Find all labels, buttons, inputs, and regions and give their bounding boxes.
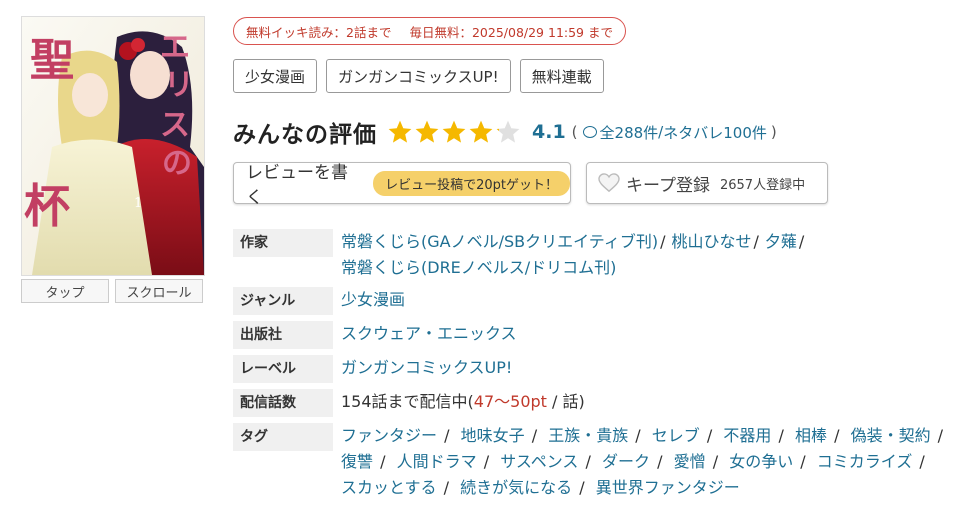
star-icon — [496, 120, 520, 143]
genre-link[interactable]: 少女漫画 — [341, 290, 405, 309]
scroll-view-button[interactable]: スクロール — [115, 279, 203, 303]
svg-text:リ: リ — [164, 68, 194, 103]
free-reading-badge: 無料イッキ読み：2話まで 毎日無料：2025/08/29 11:59 まで — [233, 17, 626, 45]
star-icon — [442, 120, 466, 143]
category-button-label[interactable]: ガンガンコミックスUP! — [326, 59, 511, 93]
category-buttons: 少女漫画 ガンガンコミックスUP! 無料連載 — [233, 59, 604, 93]
tag-link[interactable]: ダーク — [602, 452, 650, 471]
publisher-label: 出版社 — [233, 321, 333, 349]
tag-link[interactable]: ファンタジー — [341, 426, 437, 445]
author-label: 作家 — [233, 229, 333, 257]
keep-count: 2657人登録中 — [719, 177, 806, 193]
daily-free-label: 毎日無料：2025/08/29 11:59 まで — [409, 24, 613, 40]
tag-separator: / — [652, 452, 663, 471]
tag-separator: / — [707, 452, 719, 471]
heart-icon — [598, 173, 620, 193]
tag-separator: / — [478, 452, 490, 471]
publisher-link[interactable]: スクウェア・エニックス — [341, 324, 517, 343]
star-icon — [469, 120, 493, 143]
author-link-2[interactable]: 桃山ひなせ — [671, 232, 751, 251]
info-row-author: 作家 常磐くじら(GAノベル/SBクリエイティブ刊) / 桃山ひなせ / 夕薙 / 常磐くじ… — [233, 229, 953, 281]
tag-separator: / — [773, 426, 784, 445]
tag-link[interactable]: 偽装・契約 — [851, 426, 931, 445]
star-rating — [387, 119, 522, 145]
rating-title: みんなの評価 — [233, 122, 377, 148]
svg-text:聖: 聖 — [30, 35, 74, 86]
svg-text:の: の — [162, 146, 192, 181]
tag-link[interactable]: 復讐 — [341, 452, 373, 471]
episodes-prefix: 154話まで配信中( — [341, 392, 474, 411]
tag-link[interactable]: 愛憎 — [674, 452, 706, 471]
tag-separator: / — [574, 478, 585, 497]
comment-bubble-icon — [582, 126, 597, 138]
tag-list: ファンタジー / 地味女子 / 王族・貴族 / セレブ / 不器用 / 相棒 /… — [341, 423, 951, 501]
cover-illustration: 聖 エ リ ス の 杯 1 — [22, 17, 204, 275]
episodes-suffix: / 話) — [546, 392, 585, 411]
tag-separator: / — [828, 426, 840, 445]
tag-link[interactable]: 地味女子 — [461, 426, 525, 445]
author-values: 常磐くじら(GAノベル/SBクリエイティブ刊) / 桃山ひなせ / 夕薙 / 常磐くじら(D… — [341, 232, 805, 277]
tag-separator: / — [438, 478, 450, 497]
tag-separator: / — [932, 426, 944, 445]
tag-separator: / — [630, 426, 641, 445]
rating-score: 4.1 — [532, 121, 566, 143]
all-reviews-link[interactable]: 全288件 — [600, 122, 659, 143]
label-label: レーベル — [233, 355, 333, 383]
episodes-price: 47〜50pt — [473, 392, 547, 411]
author-link-1[interactable]: 常磐くじら(GAノベル/SBクリエイティブ刊) — [341, 232, 658, 251]
episodes-label: 配信話数 — [233, 389, 333, 417]
tag-separator: / — [701, 426, 713, 445]
svg-text:ス: ス — [160, 108, 190, 143]
tag-separator: / — [580, 452, 591, 471]
tags-label: タグ — [233, 423, 333, 451]
info-row-publisher: 出版社 スクウェア・エニックス — [233, 321, 953, 349]
rating-section: みんなの評価 4.1 ( 全288件 / ネタバレ100件 ) — [233, 115, 777, 149]
tag-link[interactable]: 続きが気になる — [460, 478, 572, 497]
episodes-value: 154話まで配信中(47〜50pt / 話) — [341, 389, 585, 417]
tag-link[interactable]: 不器用 — [723, 426, 771, 445]
review-promo-badge: レビュー投稿で20ptゲット！ — [373, 170, 570, 196]
spoiler-reviews-link[interactable]: ネタバレ100件 — [663, 122, 767, 143]
category-button-shoujo[interactable]: 少女漫画 — [233, 59, 318, 93]
tag-separator: / — [914, 452, 925, 471]
genre-label: ジャンル — [233, 287, 333, 315]
tag-link[interactable]: サスペンス — [500, 452, 578, 471]
info-row-genre: ジャンル 少女漫画 — [233, 287, 953, 315]
tag-link[interactable]: スカッとする — [341, 478, 437, 497]
tag-link[interactable]: 人間ドラマ — [397, 452, 477, 471]
info-table: 作家 常磐くじら(GAノベル/SBクリエイティブ刊) / 桃山ひなせ / 夕薙 / 常磐くじ… — [233, 229, 953, 507]
tag-separator: / — [795, 452, 806, 471]
tag-link[interactable]: 相棒 — [795, 426, 827, 445]
tag-separator: / — [375, 452, 386, 471]
svg-text:エ: エ — [160, 30, 190, 65]
write-review-button[interactable]: レビューを書く レビュー投稿で20ptゲット！ — [233, 162, 571, 208]
info-row-episodes: 配信話数 154話まで配信中(47〜50pt / 話) — [233, 389, 953, 417]
review-counts: ( 全288件 / ネタバレ100件 ) — [572, 122, 777, 143]
open-paren: ( — [571, 123, 578, 141]
tag-link[interactable]: 異世界ファンタジー — [596, 478, 740, 497]
category-button-free-serial[interactable]: 無料連載 — [519, 59, 604, 93]
svg-text:杯: 杯 — [24, 179, 70, 233]
write-review-label: レビューを書く — [246, 163, 348, 208]
label-link[interactable]: ガンガンコミックスUP! — [341, 358, 512, 377]
keep-label: キープ登録 — [626, 175, 710, 196]
tag-link[interactable]: 女の争い — [729, 452, 793, 471]
tap-view-button[interactable]: タップ — [21, 279, 109, 303]
star-icon — [388, 120, 412, 143]
info-row-tags: タグ ファンタジー / 地味女子 / 王族・貴族 / セレブ / 不器用 / 相… — [233, 423, 953, 501]
tag-link[interactable]: コミカライズ — [817, 452, 913, 471]
cover-image[interactable]: 聖 エ リ ス の 杯 1 — [21, 16, 205, 276]
tag-separator: / — [526, 426, 538, 445]
tag-separator: / — [439, 426, 450, 445]
svg-text:1: 1 — [134, 196, 142, 211]
author-link-4[interactable]: 常磐くじら(DREノベルス/ドリコム刊) — [341, 258, 616, 277]
tag-link[interactable]: 王族・貴族 — [548, 426, 628, 445]
keep-button[interactable]: キープ登録 2657人登録中 — [586, 162, 828, 204]
info-row-label: レーベル ガンガンコミックスUP! — [233, 355, 953, 383]
star-icon — [415, 120, 439, 143]
author-link-3[interactable]: 夕薙 — [765, 232, 797, 251]
close-paren: ) — [770, 123, 777, 141]
free-binge-label: 無料イッキ読み：2話まで — [246, 24, 392, 40]
tag-link[interactable]: セレブ — [652, 426, 700, 445]
